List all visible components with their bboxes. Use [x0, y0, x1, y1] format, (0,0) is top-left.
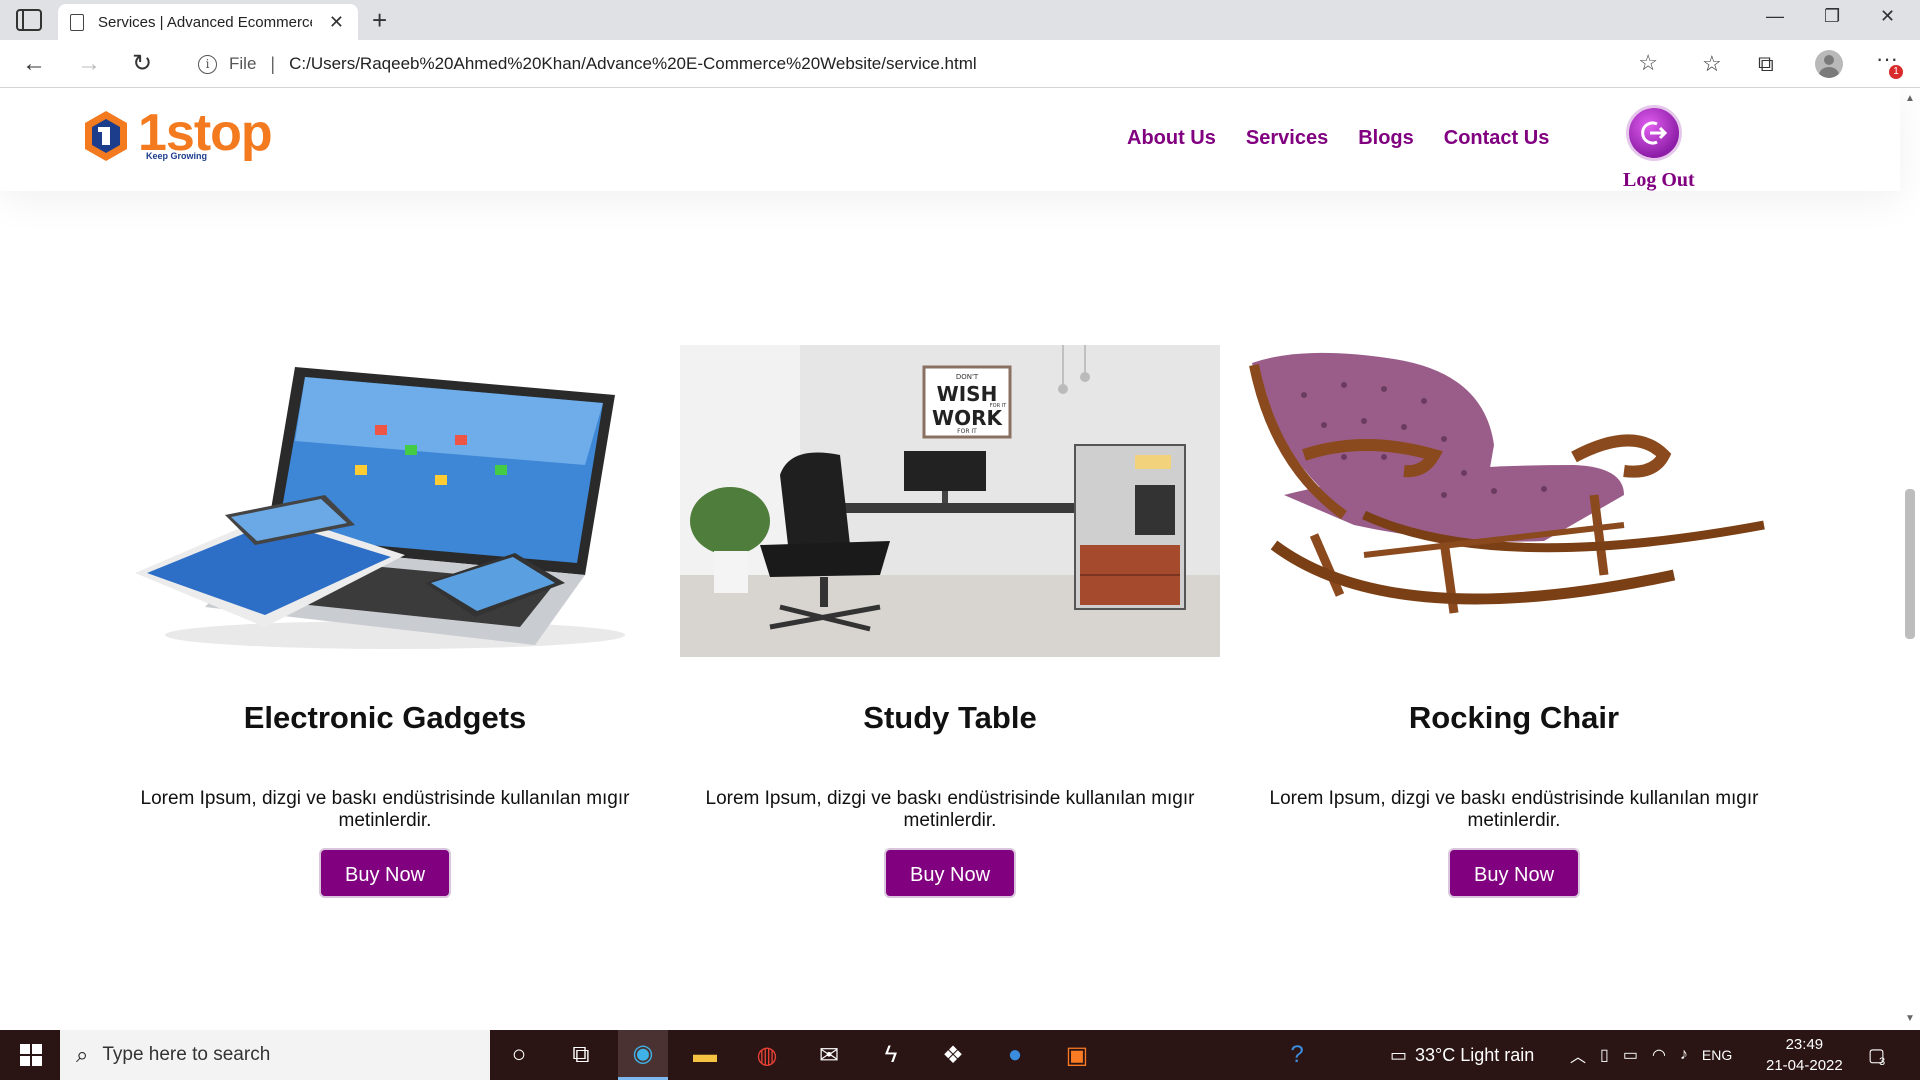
buy-now-button[interactable]: Buy Now: [883, 848, 1017, 898]
volume-icon[interactable]: ♪: [1680, 1046, 1688, 1064]
rocking-chair-image: [1244, 345, 1784, 657]
scroll-down-arrow-icon[interactable]: ▼: [1905, 1013, 1915, 1024]
wifi-icon[interactable]: ◠: [1652, 1045, 1666, 1065]
nav-contact-us[interactable]: Contact Us: [1444, 127, 1550, 150]
chrome-icon[interactable]: ◍: [742, 1030, 792, 1080]
logout-icon[interactable]: [1626, 105, 1682, 161]
device-icon[interactable]: ▯: [1600, 1045, 1609, 1065]
buy-now-button[interactable]: Buy Now: [318, 848, 452, 898]
tab-actions-icon[interactable]: [16, 9, 42, 31]
url-separator: |: [270, 53, 276, 74]
logout-label[interactable]: Log Out: [1623, 169, 1695, 192]
poster-text-2: WISH: [937, 382, 998, 406]
close-window-button[interactable]: ✕: [1880, 6, 1895, 27]
page-icon: [70, 13, 84, 31]
windows-taskbar: ⌕ Type here to search ○ ⧉ ◉ ▬ ◍ ✉ ϟ ❖ ● …: [0, 1030, 1920, 1080]
notification-count-badge: 3: [1879, 1056, 1886, 1068]
cortana-icon[interactable]: ○: [494, 1030, 544, 1080]
restore-button[interactable]: ❐: [1824, 6, 1840, 27]
add-favorite-icon[interactable]: ☆: [1638, 50, 1658, 76]
collections-icon[interactable]: ⧉: [1758, 50, 1774, 78]
battery-icon[interactable]: ▭: [1623, 1045, 1638, 1065]
mail-icon[interactable]: ✉: [804, 1030, 854, 1080]
web-page: 1stop Keep Growing About Us Services Blo…: [0, 89, 1920, 1030]
edge-browser-icon[interactable]: ◉: [618, 1030, 668, 1080]
clock-date: 21-04-2022: [1766, 1057, 1843, 1074]
site-header: 1stop Keep Growing About Us Services Blo…: [0, 89, 1900, 191]
close-tab-icon[interactable]: ✕: [329, 12, 344, 33]
card-description: Lorem Ipsum, dizgi ve baskı endüstrisind…: [140, 788, 630, 831]
forward-button[interactable]: →: [77, 50, 101, 78]
dropbox-icon[interactable]: ❖: [928, 1030, 978, 1080]
language-indicator[interactable]: ENG: [1702, 1047, 1732, 1063]
poster-text-5: FOR IT: [957, 428, 977, 435]
site-logo[interactable]: 1stop Keep Growing: [82, 104, 273, 167]
browser-tabstrip: Services | Advanced Ecommerce ✕ + — ❐ ✕: [0, 0, 1920, 40]
help-icon[interactable]: ?: [1272, 1030, 1322, 1080]
new-tab-button[interactable]: +: [372, 4, 387, 36]
poster-text-1: DON'T: [956, 373, 979, 381]
browser-toolbar: ← → ↻ i File | C:/Users/Raqeeb%20Ahmed%2…: [0, 40, 1920, 88]
clock-time: 23:49: [1785, 1036, 1824, 1053]
search-icon: ⌕: [76, 1042, 89, 1067]
scroll-up-arrow-icon[interactable]: ▲: [1905, 93, 1915, 104]
weather-icon: ▭: [1390, 1044, 1408, 1065]
show-hidden-icons-icon[interactable]: ︿: [1570, 1043, 1586, 1067]
back-button[interactable]: ←: [22, 50, 46, 78]
xampp-icon[interactable]: ▣: [1052, 1030, 1102, 1080]
info-icon[interactable]: i: [198, 54, 217, 74]
profile-avatar[interactable]: [1815, 50, 1843, 78]
study-table-image: DON'T WISH FOR IT WORK FOR IT: [680, 345, 1220, 657]
nav-services[interactable]: Services: [1246, 127, 1328, 150]
buy-now-button[interactable]: Buy Now: [1447, 848, 1581, 898]
start-button[interactable]: [0, 1030, 60, 1080]
word-app-icon[interactable]: ●: [990, 1030, 1040, 1080]
card-title: Electronic Gadgets: [243, 700, 527, 735]
page-scrollbar[interactable]: ▲ ▼: [1900, 89, 1920, 1030]
card-title: Rocking Chair: [1408, 700, 1620, 735]
service-card: DON'T WISH FOR IT WORK FOR IT Study Tabl…: [680, 345, 1220, 898]
notification-center-icon[interactable]: ▢ 3: [1868, 1030, 1885, 1080]
favorites-icon[interactable]: ☆: [1702, 50, 1722, 78]
nav-about-us[interactable]: About Us: [1127, 127, 1216, 150]
logo-tagline: Keep Growing: [146, 151, 208, 161]
logout-glyph-icon: [1641, 121, 1668, 145]
tab-title: Services | Advanced Ecommerce: [98, 13, 312, 31]
service-card: Rocking Chair Lorem Ipsum, dizgi ve bask…: [1244, 345, 1784, 898]
file-explorer-icon[interactable]: ▬: [680, 1030, 730, 1080]
card-description: Lorem Ipsum, dizgi ve baskı endüstrisind…: [1269, 788, 1759, 831]
weather-widget[interactable]: ▭ 33°C Light rain: [1390, 1030, 1534, 1080]
card-description: Lorem Ipsum, dizgi ve baskı endüstrisind…: [705, 788, 1195, 831]
minimize-button[interactable]: —: [1766, 6, 1784, 27]
logo-hexagon-icon: [85, 111, 127, 161]
browser-tab[interactable]: Services | Advanced Ecommerce ✕: [58, 4, 358, 40]
nav-blogs[interactable]: Blogs: [1358, 127, 1414, 150]
reload-button[interactable]: ↻: [132, 50, 152, 78]
poster-text-4: WORK: [932, 406, 1003, 430]
card-title: Study Table: [863, 700, 1037, 735]
search-placeholder: Type here to search: [102, 1044, 271, 1065]
url-scheme: File: [229, 54, 257, 73]
weather-text: 33°C Light rain: [1415, 1044, 1535, 1065]
clock[interactable]: 23:49 21-04-2022: [1766, 1034, 1843, 1076]
url-text[interactable]: C:/Users/Raqeeb%20Ahmed%20Khan/Advance%2…: [289, 54, 977, 74]
task-view-icon[interactable]: ⧉: [556, 1030, 606, 1080]
address-bar[interactable]: i File | C:/Users/Raqeeb%20Ahmed%20Khan/…: [180, 45, 1680, 83]
lightning-app-icon[interactable]: ϟ: [866, 1030, 916, 1080]
menu-notification-badge: 1: [1889, 65, 1903, 79]
electronic-gadgets-image: [115, 345, 655, 657]
taskbar-search[interactable]: ⌕ Type here to search: [60, 1030, 490, 1080]
main-nav: About Us Services Blogs Contact Us: [1127, 127, 1549, 150]
scrollbar-thumb[interactable]: [1905, 489, 1915, 639]
service-card: Electronic Gadgets Lorem Ipsum, dizgi ve…: [115, 345, 655, 898]
system-tray: ︿ ▯ ▭ ◠ ♪ ENG: [1570, 1030, 1732, 1080]
